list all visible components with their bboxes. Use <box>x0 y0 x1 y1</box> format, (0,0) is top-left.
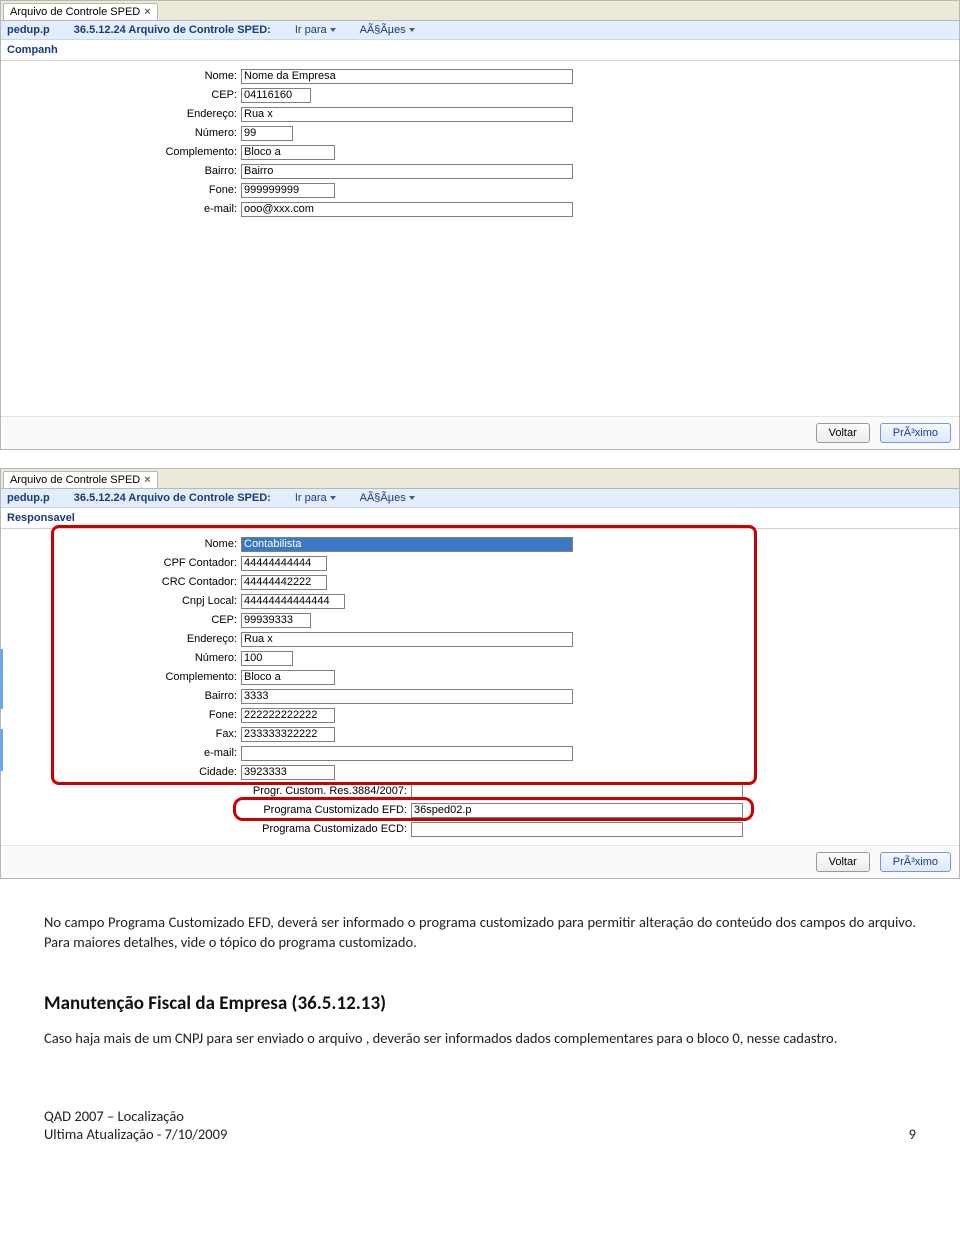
close-icon[interactable]: × <box>144 474 150 486</box>
window-responsavel: Arquivo de Controle SPED × pedup.p 36.5.… <box>0 468 960 879</box>
label-endereco: Endereço: <box>7 108 241 120</box>
breadcrumb: pedup.p 36.5.12.24 Arquivo de Controle S… <box>1 21 959 40</box>
left-accent <box>0 729 3 771</box>
tab-label: Arquivo de Controle SPED <box>10 6 140 18</box>
input-numero[interactable] <box>241 126 293 141</box>
label-email: e-mail: <box>7 747 241 759</box>
input-cep[interactable] <box>241 88 311 103</box>
page-footer: QAD 2007 – Localização Ultima Atualizaçã… <box>0 1071 960 1155</box>
label-crc: CRC Contador: <box>7 576 241 588</box>
input-endereco[interactable] <box>241 632 573 647</box>
actions-dropdown[interactable]: AÃ§Ãµes <box>360 24 415 36</box>
input-fax[interactable] <box>241 727 335 742</box>
chevron-down-icon <box>409 28 415 32</box>
input-crc[interactable] <box>241 575 327 590</box>
goto-dropdown[interactable]: Ir para <box>295 24 336 36</box>
input-bairro[interactable] <box>241 689 573 704</box>
label-fone: Fone: <box>7 184 241 196</box>
label-complemento: Complemento: <box>7 671 241 683</box>
label-ecd: Programa Customizado ECD: <box>7 823 411 835</box>
label-endereco: Endereço: <box>7 633 241 645</box>
input-numero[interactable] <box>241 651 293 666</box>
chevron-down-icon <box>409 496 415 500</box>
actions-label: AÃ§Ãµes <box>360 492 406 504</box>
goto-label: Ir para <box>295 492 327 504</box>
form-responsavel: Nome: CPF Contador: CRC Contador: Cnpj L… <box>1 529 959 845</box>
tabbar: Arquivo de Controle SPED × <box>1 469 959 489</box>
button-row: Voltar PrÃ³ximo <box>1 845 959 878</box>
label-nome: Nome: <box>7 538 241 550</box>
label-fone: Fone: <box>7 709 241 721</box>
footer-line1: QAD 2007 – Localização <box>44 1107 227 1125</box>
page-title: 36.5.12.24 Arquivo de Controle SPED: <box>74 24 271 36</box>
doc-paragraph-2: Caso haja mais de um CNPJ para ser envia… <box>44 1029 916 1049</box>
document-body: No campo Programa Customizado EFD, dever… <box>0 897 960 1071</box>
input-complemento[interactable] <box>241 145 335 160</box>
tab-sped[interactable]: Arquivo de Controle SPED × <box>3 3 158 20</box>
input-email[interactable] <box>241 202 573 217</box>
form-companh: Nome: CEP: Endereço: Número: Complemento… <box>1 61 959 416</box>
label-cep: CEP: <box>7 89 241 101</box>
tab-sped[interactable]: Arquivo de Controle SPED × <box>3 471 158 488</box>
input-endereco[interactable] <box>241 107 573 122</box>
input-efd[interactable] <box>411 803 743 818</box>
tab-label: Arquivo de Controle SPED <box>10 474 140 486</box>
footer-left: QAD 2007 – Localização Ultima Atualizaçã… <box>44 1107 227 1143</box>
left-accent <box>0 649 3 709</box>
chevron-down-icon <box>330 28 336 32</box>
input-ecd[interactable] <box>411 822 743 837</box>
tabbar: Arquivo de Controle SPED × <box>1 1 959 21</box>
doc-heading: Manutenção Fiscal da Empresa (36.5.12.13… <box>44 992 916 1015</box>
label-email: e-mail: <box>7 203 241 215</box>
goto-dropdown[interactable]: Ir para <box>295 492 336 504</box>
label-efd: Programa Customizado EFD: <box>7 804 411 816</box>
label-complemento: Complemento: <box>7 146 241 158</box>
label-numero: Número: <box>7 652 241 664</box>
label-numero: Número: <box>7 127 241 139</box>
breadcrumb: pedup.p 36.5.12.24 Arquivo de Controle S… <box>1 489 959 508</box>
label-cidade: Cidade: <box>7 766 241 778</box>
label-progr: Progr. Custom. Res.3884/2007: <box>7 785 411 797</box>
input-progr[interactable] <box>411 784 743 799</box>
label-fax: Fax: <box>7 728 241 740</box>
actions-dropdown[interactable]: AÃ§Ãµes <box>360 492 415 504</box>
footer-line2: Ultima Atualização - 7/10/2009 <box>44 1125 227 1143</box>
program-name: pedup.p <box>7 492 50 504</box>
input-nome[interactable] <box>241 537 573 552</box>
actions-label: AÃ§Ãµes <box>360 24 406 36</box>
label-nome: Nome: <box>7 70 241 82</box>
input-cnpj[interactable] <box>241 594 345 609</box>
input-email[interactable] <box>241 746 573 761</box>
next-button[interactable]: PrÃ³ximo <box>880 423 951 443</box>
next-button[interactable]: PrÃ³ximo <box>880 852 951 872</box>
label-bairro: Bairro: <box>7 690 241 702</box>
label-cpf: CPF Contador: <box>7 557 241 569</box>
section-title: Companh <box>1 40 959 61</box>
input-cpf[interactable] <box>241 556 327 571</box>
window-companh: Arquivo de Controle SPED × pedup.p 36.5.… <box>0 0 960 450</box>
page-title: 36.5.12.24 Arquivo de Controle SPED: <box>74 492 271 504</box>
input-cidade[interactable] <box>241 765 335 780</box>
section-title: Responsavel <box>1 508 959 529</box>
input-cep[interactable] <box>241 613 311 628</box>
label-bairro: Bairro: <box>7 165 241 177</box>
footer-page-number: 9 <box>909 1125 916 1143</box>
goto-label: Ir para <box>295 24 327 36</box>
button-row: Voltar PrÃ³ximo <box>1 416 959 449</box>
input-fone[interactable] <box>241 708 335 723</box>
label-cep: CEP: <box>7 614 241 626</box>
input-nome[interactable] <box>241 69 573 84</box>
label-cnpj: Cnpj Local: <box>7 595 241 607</box>
input-fone[interactable] <box>241 183 335 198</box>
back-button[interactable]: Voltar <box>816 852 870 872</box>
doc-paragraph-1: No campo Programa Customizado EFD, dever… <box>44 913 916 952</box>
input-bairro[interactable] <box>241 164 573 179</box>
close-icon[interactable]: × <box>144 6 150 18</box>
input-complemento[interactable] <box>241 670 335 685</box>
chevron-down-icon <box>330 496 336 500</box>
back-button[interactable]: Voltar <box>816 423 870 443</box>
program-name: pedup.p <box>7 24 50 36</box>
